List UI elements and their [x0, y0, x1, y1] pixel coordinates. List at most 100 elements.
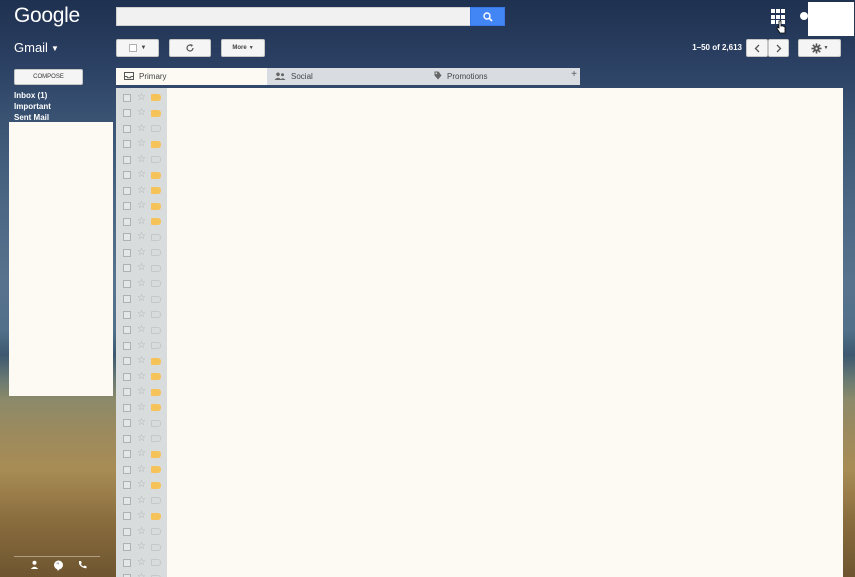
important-marker-icon[interactable] — [150, 218, 161, 226]
star-icon[interactable]: ☆ — [137, 495, 146, 506]
sidebar-item-sent-mail[interactable]: Sent Mail — [14, 113, 49, 122]
older-button[interactable] — [768, 39, 789, 57]
table-row[interactable]: ☆ — [116, 571, 167, 577]
table-row[interactable]: ☆ — [116, 431, 167, 447]
important-marker-icon[interactable] — [150, 156, 161, 164]
row-checkbox[interactable] — [123, 124, 131, 133]
star-icon[interactable]: ☆ — [137, 402, 146, 413]
star-icon[interactable]: ☆ — [137, 278, 146, 289]
row-checkbox[interactable] — [123, 264, 131, 273]
search-input[interactable] — [116, 7, 470, 26]
star-icon[interactable]: ☆ — [137, 557, 146, 568]
star-icon[interactable]: ☆ — [137, 418, 146, 428]
table-row[interactable]: ☆ — [116, 338, 167, 354]
important-marker-icon[interactable] — [150, 233, 161, 241]
table-row[interactable]: ☆ — [116, 307, 167, 323]
account-icon[interactable] — [800, 12, 808, 20]
table-row[interactable]: ☆ — [116, 462, 167, 478]
table-row[interactable]: ☆ — [116, 400, 167, 416]
row-checkbox[interactable] — [123, 465, 131, 474]
row-checkbox[interactable] — [123, 140, 131, 149]
sidebar-item-important[interactable]: Important — [14, 102, 51, 111]
row-checkbox[interactable] — [123, 248, 131, 257]
contacts-icon[interactable] — [30, 560, 39, 573]
important-marker-icon[interactable] — [150, 481, 161, 489]
star-icon[interactable]: ☆ — [137, 371, 146, 382]
table-row[interactable]: ☆ — [116, 509, 167, 525]
important-marker-icon[interactable] — [150, 202, 161, 210]
important-marker-icon[interactable] — [150, 187, 161, 195]
important-marker-icon[interactable] — [150, 249, 161, 257]
hangouts-icon[interactable]: " — [53, 560, 64, 573]
table-row[interactable]: ☆ — [116, 106, 167, 122]
table-row[interactable]: ☆ — [116, 152, 167, 168]
table-row[interactable]: ☆ — [116, 168, 167, 184]
important-marker-icon[interactable] — [150, 435, 161, 443]
table-row[interactable]: ☆ — [116, 540, 167, 556]
star-icon[interactable]: ☆ — [137, 232, 146, 242]
star-icon[interactable]: ☆ — [137, 247, 146, 258]
star-icon[interactable]: ☆ — [137, 480, 146, 490]
important-marker-icon[interactable] — [150, 466, 161, 474]
more-button[interactable]: More ▼ — [221, 39, 265, 57]
star-icon[interactable]: ☆ — [137, 573, 146, 577]
google-logo[interactable]: Google — [14, 4, 80, 28]
star-icon[interactable]: ☆ — [137, 185, 146, 196]
star-icon[interactable]: ☆ — [137, 108, 146, 118]
star-icon[interactable]: ☆ — [137, 201, 146, 211]
row-checkbox[interactable] — [123, 372, 131, 381]
important-marker-icon[interactable] — [150, 404, 161, 412]
star-icon[interactable]: ☆ — [137, 449, 146, 459]
row-checkbox[interactable] — [123, 558, 131, 567]
newer-button[interactable] — [746, 39, 768, 57]
table-row[interactable]: ☆ — [116, 137, 167, 153]
star-icon[interactable]: ☆ — [137, 340, 146, 351]
important-marker-icon[interactable] — [150, 497, 161, 505]
account-avatar[interactable] — [808, 2, 854, 36]
star-icon[interactable]: ☆ — [137, 92, 146, 103]
phone-icon[interactable] — [78, 560, 87, 573]
important-marker-icon[interactable] — [150, 528, 161, 536]
table-row[interactable]: ☆ — [116, 90, 167, 106]
important-marker-icon[interactable] — [150, 140, 161, 148]
row-checkbox[interactable] — [123, 527, 131, 536]
star-icon[interactable]: ☆ — [137, 216, 146, 227]
table-row[interactable]: ☆ — [116, 447, 167, 463]
add-tab-icon[interactable]: + — [571, 69, 577, 80]
row-checkbox[interactable] — [123, 279, 131, 288]
star-icon[interactable]: ☆ — [137, 263, 146, 273]
gmail-menu[interactable]: Gmail ▼ — [14, 40, 59, 55]
table-row[interactable]: ☆ — [116, 121, 167, 137]
row-checkbox[interactable] — [123, 341, 131, 350]
important-marker-icon[interactable] — [150, 264, 161, 272]
table-row[interactable]: ☆ — [116, 230, 167, 246]
tab-primary[interactable]: Primary — [116, 68, 267, 85]
table-row[interactable]: ☆ — [116, 292, 167, 308]
row-checkbox[interactable] — [123, 326, 131, 335]
star-icon[interactable]: ☆ — [137, 294, 146, 304]
refresh-button[interactable] — [169, 39, 211, 57]
star-icon[interactable]: ☆ — [137, 170, 146, 180]
star-icon[interactable]: ☆ — [137, 464, 146, 475]
row-checkbox[interactable] — [123, 434, 131, 443]
star-icon[interactable]: ☆ — [137, 325, 146, 335]
important-marker-icon[interactable] — [150, 543, 161, 551]
important-marker-icon[interactable] — [150, 311, 161, 319]
select-button[interactable]: ▼ — [116, 39, 159, 57]
important-marker-icon[interactable] — [150, 295, 161, 303]
star-icon[interactable]: ☆ — [137, 433, 146, 444]
important-marker-icon[interactable] — [150, 357, 161, 365]
table-row[interactable]: ☆ — [116, 524, 167, 540]
table-row[interactable]: ☆ — [116, 385, 167, 401]
table-row[interactable]: ☆ — [116, 478, 167, 494]
table-row[interactable]: ☆ — [116, 183, 167, 199]
row-checkbox[interactable] — [123, 171, 131, 180]
star-icon[interactable]: ☆ — [137, 356, 146, 366]
table-row[interactable]: ☆ — [116, 493, 167, 509]
table-row[interactable]: ☆ — [116, 369, 167, 385]
star-icon[interactable]: ☆ — [137, 309, 146, 320]
row-checkbox[interactable] — [123, 450, 131, 459]
star-icon[interactable]: ☆ — [137, 387, 146, 397]
important-marker-icon[interactable] — [150, 419, 161, 427]
important-marker-icon[interactable] — [150, 559, 161, 567]
